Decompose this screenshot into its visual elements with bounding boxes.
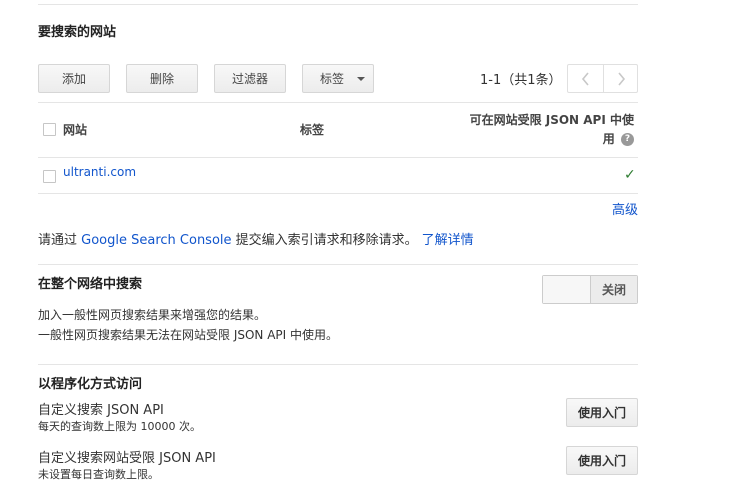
pagination-text: 1-1（共1条） bbox=[480, 73, 562, 88]
learn-more-link[interactable]: 了解详情 bbox=[422, 233, 474, 248]
restricted-api-note: 未设置每日查询数上限。 bbox=[38, 468, 159, 481]
prev-page-button[interactable] bbox=[568, 65, 603, 92]
site-link[interactable]: ultranti.com bbox=[63, 165, 136, 179]
web-search-title: 在整个网络中搜索 bbox=[38, 277, 143, 292]
labels-dropdown-button[interactable]: 标签 bbox=[302, 64, 374, 93]
toggle-state-label: 关闭 bbox=[591, 276, 637, 303]
delete-button[interactable]: 删除 bbox=[126, 64, 198, 93]
web-search-toggle[interactable]: 关闭 bbox=[542, 275, 638, 304]
add-button[interactable]: 添加 bbox=[38, 64, 110, 93]
console-note-middle: 提交编入索引请求和移除请求。 bbox=[231, 233, 418, 248]
programmatic-title: 以程序化方式访问 bbox=[38, 377, 143, 392]
section-divider-1 bbox=[38, 264, 638, 265]
web-search-desc-line1: 加入一般性网页搜索结果来增强您的结果。 bbox=[38, 308, 267, 322]
help-icon[interactable]: ? bbox=[621, 133, 634, 146]
advanced-link[interactable]: 高级 bbox=[612, 199, 638, 218]
labels-button-label: 标签 bbox=[320, 72, 345, 86]
console-note-prefix: 请通过 bbox=[38, 233, 82, 248]
pager bbox=[567, 64, 638, 93]
filter-button[interactable]: 过滤器 bbox=[214, 64, 286, 93]
console-note: 请通过 Google Search Console 提交编入索引请求和移除请求。… bbox=[38, 229, 474, 248]
restricted-api-name: 自定义搜索网站受限 JSON API bbox=[38, 451, 216, 466]
table-top-divider bbox=[38, 102, 638, 103]
toggle-knob bbox=[543, 276, 591, 303]
column-header-restricted-label: 可在网站受限 JSON API 中使用 bbox=[469, 113, 634, 146]
next-page-button[interactable] bbox=[604, 65, 638, 92]
check-icon: ✓ bbox=[624, 167, 636, 183]
sites-section-title: 要搜索的网站 bbox=[38, 25, 117, 40]
json-api-note: 每天的查询数上限为 10000 次。 bbox=[38, 420, 201, 433]
chevron-left-icon bbox=[581, 71, 589, 86]
select-all-checkbox[interactable] bbox=[43, 123, 56, 136]
json-api-get-started-button[interactable]: 使用入门 bbox=[566, 398, 638, 427]
table-bottom-divider bbox=[38, 193, 638, 194]
row-checkbox[interactable] bbox=[43, 170, 56, 183]
json-api-name: 自定义搜索 JSON API bbox=[38, 403, 164, 418]
chevron-right-icon bbox=[617, 71, 625, 86]
search-console-link[interactable]: Google Search Console bbox=[81, 233, 231, 248]
restricted-api-get-started-button[interactable]: 使用入门 bbox=[566, 446, 638, 475]
column-header-site[interactable]: 网站 bbox=[63, 121, 87, 138]
section-divider-2 bbox=[38, 364, 638, 365]
top-divider bbox=[38, 4, 638, 5]
table-row: ultranti.com ✓ bbox=[38, 158, 638, 193]
column-header-label: 标签 bbox=[300, 123, 325, 137]
column-header-restricted: 可在网站受限 JSON API 中使用 ? bbox=[460, 111, 634, 149]
chevron-down-icon bbox=[357, 77, 365, 81]
web-search-desc-line2: 一般性网页搜索结果无法在网站受限 JSON API 中使用。 bbox=[38, 328, 339, 342]
